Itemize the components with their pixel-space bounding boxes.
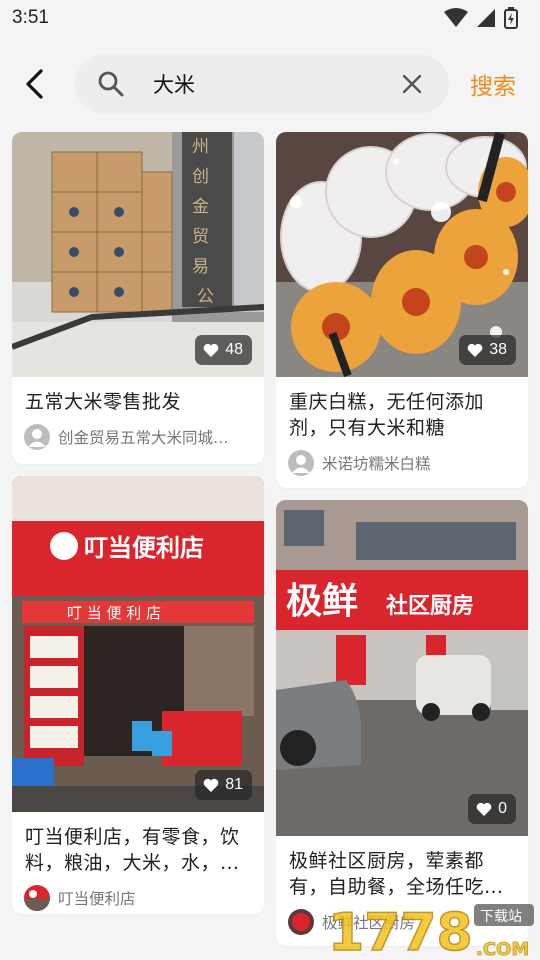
card-title: 极鲜社区厨房，荤素都有，自助餐，全场任吃… xyxy=(289,850,504,898)
search-input[interactable]: 大米 xyxy=(153,69,401,99)
status-bar: 3:51 xyxy=(0,0,540,36)
like-count: 81 xyxy=(225,776,243,793)
like-badge: 0 xyxy=(468,794,516,824)
result-feed: 州创金贸易公 48 五常大米零售批发 创金贸易五常大米同城… 38 重庆白糕，无… xyxy=(0,132,540,960)
card-title: 叮当便利店，有零食，饮料，粮油，大米，水，… xyxy=(25,826,240,874)
search-header: 大米 搜索 xyxy=(0,52,540,116)
card-author: 创金贸易五常大米同城… xyxy=(12,415,264,460)
author-name: 创金贸易五常大米同城… xyxy=(58,429,229,447)
author-name: 叮当便利店 xyxy=(58,890,136,908)
store-banner-text: 叮 当 便 利 店 xyxy=(67,604,161,622)
card-image: 38 xyxy=(276,132,528,377)
store-avatar-icon xyxy=(24,890,50,911)
heart-icon xyxy=(203,778,219,792)
author-name: 米诺坊糯米白糕 xyxy=(322,455,431,473)
svg-text:易: 易 xyxy=(192,257,209,277)
clear-icon[interactable] xyxy=(401,73,423,95)
store-sign-text: 叮当便利店 xyxy=(84,534,204,562)
like-count: 38 xyxy=(489,341,507,358)
battery-icon xyxy=(504,7,518,29)
signal-icon xyxy=(477,9,495,27)
kitchen-sign-big: 极鲜 xyxy=(286,581,358,622)
card-image: 极鲜 社区厨房 0 xyxy=(276,500,528,836)
convenience-store-photo: 叮当便利店 叮 当 便 利 店 xyxy=(12,476,264,812)
heart-icon xyxy=(476,802,492,816)
back-button[interactable] xyxy=(4,52,64,116)
community-kitchen-photo: 极鲜 社区厨房 xyxy=(276,500,528,836)
svg-text:公: 公 xyxy=(197,287,214,307)
heart-icon xyxy=(467,343,483,357)
card-title: 五常大米零售批发 xyxy=(25,391,182,413)
feed-card[interactable]: 州创金贸易公 48 五常大米零售批发 创金贸易五常大米同城… xyxy=(12,132,264,464)
status-icons xyxy=(444,7,518,29)
wifi-icon xyxy=(444,8,468,27)
like-count: 0 xyxy=(498,800,507,817)
svg-text:金: 金 xyxy=(192,197,209,217)
avatar xyxy=(24,424,50,450)
like-badge: 38 xyxy=(459,335,516,365)
like-count: 48 xyxy=(225,341,243,358)
avatar xyxy=(24,885,50,911)
card-author: 米诺坊糯米白糕 xyxy=(276,441,528,486)
default-avatar-icon xyxy=(28,429,46,447)
like-badge: 81 xyxy=(195,770,252,800)
feed-card[interactable]: 38 重庆白糕，无任何添加剂，只有大米和糖 米诺坊糯米白糕 xyxy=(276,132,528,488)
svg-text:创: 创 xyxy=(192,167,209,187)
status-time: 3:51 xyxy=(12,7,49,28)
watermark-tag: 下载站 xyxy=(480,909,522,925)
svg-text:州: 州 xyxy=(192,137,209,157)
card-image: 州创金贸易公 48 xyxy=(12,132,264,377)
card-image: 叮当便利店 叮 当 便 利 店 81 xyxy=(12,476,264,812)
feed-card[interactable]: 叮当便利店 叮 当 便 利 店 81 叮当便利店，有零食，饮料，粮油，大米，水，… xyxy=(12,476,264,914)
default-avatar-icon xyxy=(292,455,310,473)
back-arrow-icon xyxy=(26,69,43,99)
card-author: 叮当便利店 xyxy=(12,876,264,914)
site-watermark: 1778 .COM 下载站 xyxy=(327,902,534,960)
search-box[interactable]: 大米 xyxy=(75,54,449,114)
watermark-suffix: .COM xyxy=(476,939,529,960)
like-badge: 48 xyxy=(195,335,252,365)
feed-card[interactable]: 极鲜 社区厨房 0 极鲜社区厨房，荤素都有，自助餐，全场任吃… 极鲜 社区厨房 xyxy=(276,500,528,946)
avatar xyxy=(288,450,314,476)
search-button[interactable]: 搜索 xyxy=(470,52,516,116)
watermark-text: 1778 xyxy=(328,903,473,960)
kitchen-sign-small: 社区厨房 xyxy=(386,593,474,619)
svg-text:贸: 贸 xyxy=(192,227,209,247)
search-icon xyxy=(98,71,124,97)
card-title: 重庆白糕，无任何添加剂，只有大米和糖 xyxy=(289,391,485,439)
heart-icon xyxy=(203,343,219,357)
